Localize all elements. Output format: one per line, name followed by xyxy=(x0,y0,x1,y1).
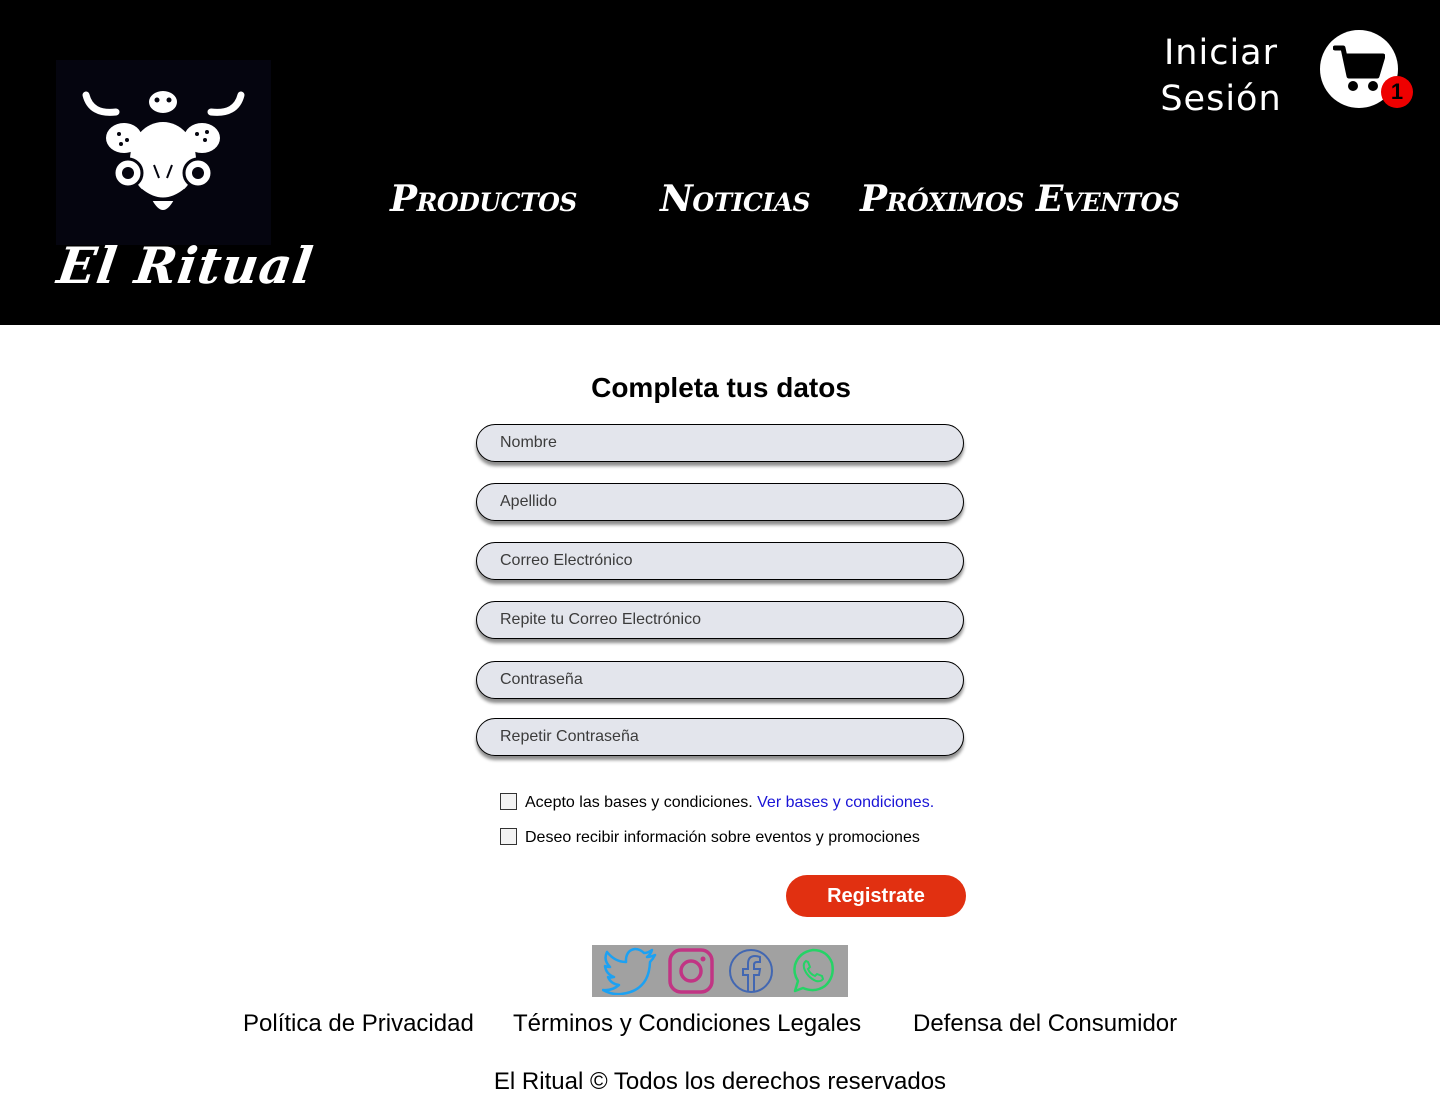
login-label-line2: Sesión xyxy=(1160,79,1282,119)
repeat-password-input[interactable] xyxy=(476,718,964,756)
footer-consumer-link[interactable]: Defensa del Consumidor xyxy=(913,1010,1177,1038)
facebook-icon[interactable] xyxy=(727,947,775,995)
instagram-icon[interactable] xyxy=(667,947,715,995)
form-title: Completa tus datos xyxy=(591,372,851,403)
password-input[interactable] xyxy=(476,661,964,699)
nav-productos[interactable]: Productos xyxy=(390,178,577,220)
nav-noticias[interactable]: Noticias xyxy=(660,178,811,220)
repeat-email-input[interactable] xyxy=(476,601,964,639)
social-bar xyxy=(592,945,848,997)
register-button[interactable]: Registrate xyxy=(786,875,966,917)
footer-privacy-link[interactable]: Política de Privacidad xyxy=(243,1010,474,1038)
newsletter-checkbox[interactable] xyxy=(500,828,517,845)
terms-label: Acepto las bases y condiciones. xyxy=(525,794,753,811)
shopping-cart-icon xyxy=(1333,45,1385,91)
email-input[interactable] xyxy=(476,542,964,580)
login-label-line1: Iniciar xyxy=(1163,33,1279,73)
newsletter-label: Deseo recibir información sobre eventos … xyxy=(525,829,920,846)
logo-mask-icon[interactable] xyxy=(56,60,271,245)
login-link[interactable]: Iniciar Sesión xyxy=(1160,30,1282,122)
logo-text[interactable]: El Ritual xyxy=(54,236,317,295)
footer-terms-link[interactable]: Términos y Condiciones Legales xyxy=(513,1010,861,1038)
last-name-input[interactable] xyxy=(476,483,964,521)
terms-checkbox[interactable] xyxy=(500,793,517,810)
newsletter-row: Deseo recibir información sobre eventos … xyxy=(500,828,920,847)
copyright-text: El Ritual © Todos los derechos reservado… xyxy=(493,1068,947,1095)
terms-link[interactable]: Ver bases y condiciones. xyxy=(757,794,934,811)
first-name-input[interactable] xyxy=(476,424,964,462)
twitter-icon[interactable] xyxy=(602,947,658,995)
whatsapp-icon[interactable] xyxy=(789,947,837,995)
cart-count-badge: 1 xyxy=(1381,76,1413,108)
terms-row: Acepto las bases y condiciones. Ver base… xyxy=(500,793,934,812)
nav-proximos-eventos[interactable]: Próximos Eventos xyxy=(860,178,1180,220)
site-header: El Ritual Productos Noticias Próximos Ev… xyxy=(0,0,1440,325)
